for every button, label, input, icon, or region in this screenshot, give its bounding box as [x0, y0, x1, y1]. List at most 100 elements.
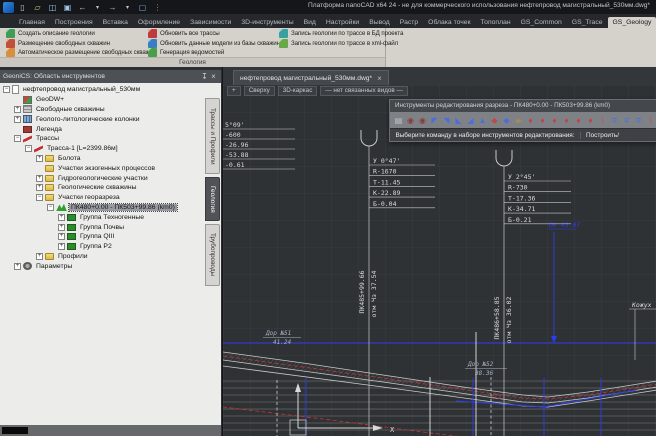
- ribbon-tab-построения[interactable]: Построения: [50, 17, 98, 28]
- add-borehole-icon[interactable]: ◉: [405, 114, 416, 127]
- tree-row[interactable]: +Группа QIII: [0, 232, 204, 242]
- drawing-canvas[interactable]: ПК485+99.66 отм Чз 37.54 ПК486+58.85 отм…: [223, 96, 656, 436]
- command-line-stub[interactable]: [2, 427, 28, 434]
- screen-icon[interactable]: [136, 1, 149, 13]
- tree-row[interactable]: + Гидрогеологические участки: [0, 173, 204, 183]
- ribbon-tab-вид[interactable]: Вид: [299, 17, 321, 28]
- water-level-icon-2[interactable]: ♦: [537, 114, 548, 127]
- tree-expander-icon[interactable]: +: [14, 106, 21, 113]
- tree-item-label[interactable]: Трасса-1 [L=2399.86м]: [45, 145, 120, 152]
- tree-row[interactable]: Легенда: [0, 124, 204, 134]
- save-icon[interactable]: [46, 1, 59, 13]
- tree-expander-icon[interactable]: −: [3, 86, 10, 93]
- tree-expander-icon[interactable]: −: [36, 194, 43, 201]
- tree-row[interactable]: +Профили: [0, 252, 204, 262]
- tree-expander-icon[interactable]: −: [47, 204, 54, 211]
- tree-item-label[interactable]: Участки экзогенных процессов: [56, 165, 157, 172]
- tree-row[interactable]: − Трассы: [0, 134, 204, 144]
- ribbon-tab-настройки[interactable]: Настройки: [321, 17, 364, 28]
- edit-lens-icon[interactable]: ◆: [501, 114, 512, 127]
- water-level-icon-1[interactable]: ♦: [525, 114, 536, 127]
- ribbon-tab-gs-trace[interactable]: GS_Trace: [567, 17, 608, 28]
- tree-item-label[interactable]: GeoDW+: [34, 96, 66, 103]
- tree-expander-icon[interactable]: +: [36, 175, 43, 182]
- section-edit-palette[interactable]: Инструменты редактирования разреза - ПК4…: [389, 99, 656, 142]
- tree-row[interactable]: + Геологические скважины: [0, 183, 204, 193]
- ribbon-button[interactable]: Запись геологии по трассе в БД проекта: [277, 29, 405, 39]
- ribbon-tab-топоплан[interactable]: Топоплан: [476, 17, 516, 28]
- tree-item-label[interactable]: Участки георазреза: [56, 194, 122, 201]
- add-boundary-point-icon[interactable]: ◥: [441, 114, 452, 127]
- tree-item-label[interactable]: Геологические скважины: [56, 184, 139, 191]
- tree-row[interactable]: + Группа Техногенные: [0, 212, 204, 222]
- ribbon-tab-вставка[interactable]: Вставка: [98, 17, 133, 28]
- edit-borehole-icon[interactable]: ◉: [417, 114, 428, 127]
- open-document-icon[interactable]: [31, 1, 44, 13]
- tree-row[interactable]: + Параметры: [0, 261, 204, 271]
- tree-item-label[interactable]: Болота: [56, 155, 83, 162]
- save-all-icon[interactable]: [61, 1, 74, 13]
- visual-style-button[interactable]: 3D-каркас: [278, 86, 318, 96]
- erase-icon-2[interactable]: \: [645, 114, 656, 127]
- redo-dropdown-icon[interactable]: [121, 1, 134, 13]
- ribbon-tab-главная[interactable]: Главная: [14, 17, 50, 28]
- water-level-icon-4[interactable]: ♦: [561, 114, 572, 127]
- tree-item-label[interactable]: Группа Почвы: [78, 224, 126, 231]
- water-table-icon-1[interactable]: ∓: [609, 114, 620, 127]
- palette-title[interactable]: Инструменты редактирования разреза - ПК4…: [390, 100, 656, 112]
- tree-expander-icon[interactable]: +: [58, 243, 65, 250]
- tree-expander-icon[interactable]: +: [14, 116, 21, 123]
- undo-dropdown-icon[interactable]: [91, 1, 104, 13]
- ribbon-tab-вывод[interactable]: Вывод: [364, 17, 395, 28]
- new-document-icon[interactable]: [16, 1, 29, 13]
- tree-expander-icon[interactable]: +: [14, 263, 21, 270]
- tree-item-label[interactable]: Гидрогеологические участки: [56, 175, 150, 182]
- copy-boundary-icon[interactable]: ◢: [465, 114, 476, 127]
- linked-views-button[interactable]: — нет связанных видов —: [320, 86, 407, 96]
- toolbar-overflow-icon[interactable]: [151, 1, 164, 13]
- add-lens-icon[interactable]: ◆: [489, 114, 500, 127]
- move-boundary-icon[interactable]: ◤: [429, 114, 440, 127]
- ribbon-button[interactable]: Размещение свободных скважин: [4, 39, 158, 49]
- close-icon[interactable]: ×: [209, 72, 218, 81]
- pin-icon[interactable]: ↧: [200, 72, 209, 81]
- tree-row[interactable]: − Трасса-1 [L=2399.86м]: [0, 144, 204, 154]
- tree-row[interactable]: +Болота: [0, 154, 204, 164]
- tree-expander-icon[interactable]: +: [36, 184, 43, 191]
- tree-expander-icon[interactable]: +: [58, 233, 65, 240]
- tree-expander-icon[interactable]: +: [58, 224, 65, 231]
- tree-item-label[interactable]: Группа Техногенные: [78, 214, 146, 221]
- app-logo-icon[interactable]: [3, 2, 14, 13]
- tree-item-label[interactable]: нефтепровод магистральный_530мм: [21, 86, 142, 93]
- water-table-icon-2[interactable]: ∓: [621, 114, 632, 127]
- ribbon-button[interactable]: Создать описание геологии: [4, 29, 158, 39]
- tree-row[interactable]: +Группа P2: [0, 242, 204, 252]
- view-direction-button[interactable]: Сверху: [244, 86, 275, 96]
- tree-expander-icon[interactable]: +: [58, 214, 65, 221]
- water-level-icon-5[interactable]: ♦: [573, 114, 584, 127]
- tree-item-label[interactable]: Трассы: [34, 135, 61, 142]
- tree-row[interactable]: GeoDW+: [0, 95, 204, 105]
- tree-row[interactable]: −ПК480+0.00 - ПК503+99.86 (km0): [0, 203, 204, 213]
- side-tab-трассы-и-профили[interactable]: Трассы и Профили: [205, 98, 220, 174]
- water-level-icon-3[interactable]: ♦: [549, 114, 560, 127]
- erase-icon-1[interactable]: \: [597, 114, 608, 127]
- tree-expander-icon[interactable]: −: [14, 135, 21, 142]
- ribbon-tab-оформление[interactable]: Оформление: [133, 17, 185, 28]
- tree-item-label[interactable]: Легенда: [34, 126, 64, 133]
- redo-icon[interactable]: [106, 1, 119, 13]
- tree-expander-icon[interactable]: −: [25, 145, 32, 152]
- ribbon-tab-gs-common[interactable]: GS_Common: [516, 17, 567, 28]
- tree-item-label[interactable]: Свободные скважины: [34, 106, 107, 113]
- side-tab-трубопроводы[interactable]: Трубопроводы: [205, 224, 220, 286]
- side-tab-геология[interactable]: Геология: [205, 177, 220, 221]
- ribbon-tab-зависимости[interactable]: Зависимости: [185, 17, 236, 28]
- tree-row[interactable]: + Группа Почвы: [0, 222, 204, 232]
- delete-boundary-point-icon[interactable]: ◣: [453, 114, 464, 127]
- tree-row[interactable]: + Свободные скважины: [0, 105, 204, 115]
- document-tab[interactable]: нефтепровод магистральный_530мм.dwg* ×: [233, 70, 389, 85]
- sheet-icon[interactable]: ▤: [393, 114, 404, 127]
- ribbon-tab-облака-точек[interactable]: Облака точек: [423, 17, 475, 28]
- tree-item-label[interactable]: Параметры: [34, 263, 74, 270]
- palette-action-link[interactable]: Построить/: [580, 132, 656, 139]
